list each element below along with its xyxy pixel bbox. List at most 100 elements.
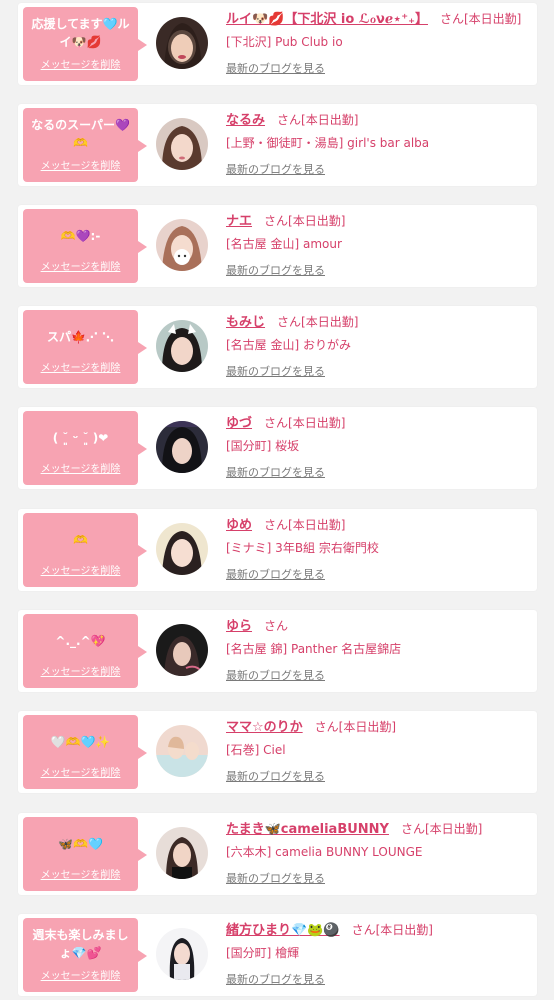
- san-label: さん: [439, 12, 464, 26]
- cast-card: スパ🍁⋰ ⋱ メッセージを削除 もみじ さん[本日出勤] [名古屋 金山] おりが…: [18, 306, 537, 388]
- message-bubble: 🫶 メッセージを削除: [23, 513, 153, 587]
- avatar[interactable]: [156, 624, 208, 676]
- cast-card: 🦋🫶🩵 メッセージを削除 たまき🦋cameliaBUNNY さん[本日出勤] [六…: [18, 813, 537, 895]
- avatar[interactable]: [156, 320, 208, 372]
- delete-message-link[interactable]: メッセージを削除: [23, 967, 138, 982]
- avatar[interactable]: [156, 928, 208, 980]
- san-label: さん: [264, 416, 289, 430]
- cast-name-link[interactable]: ナエ: [226, 214, 252, 229]
- avatar[interactable]: [156, 219, 208, 271]
- message-bubble: 🫶💜:- メッセージを削除: [23, 209, 153, 283]
- delete-message-link[interactable]: メッセージを削除: [23, 258, 138, 273]
- latest-blog-link[interactable]: 最新のブログを見る: [226, 566, 325, 582]
- san-label: さん: [351, 923, 376, 937]
- avatar[interactable]: [156, 725, 208, 777]
- status-badge: [本日出勤]: [288, 518, 346, 532]
- san-label: さん: [264, 214, 289, 228]
- avatar[interactable]: [156, 421, 208, 473]
- latest-blog-link[interactable]: 最新のブログを見る: [226, 60, 325, 76]
- cast-name-link[interactable]: たまき🦋cameliaBUNNY: [226, 822, 389, 837]
- cast-name-link[interactable]: もみじ: [226, 315, 265, 330]
- message-bubble: スパ🍁⋰ ⋱ メッセージを削除: [23, 310, 153, 384]
- message-text: ^._.^💖: [55, 634, 106, 648]
- message-text: 🤍🫶🩵✨: [50, 735, 111, 749]
- status-badge: [本日出勤]: [375, 923, 433, 937]
- message-bubble: なるのスーパー💜🫶 メッセージを削除: [23, 108, 153, 182]
- status-badge: [本日出勤]: [301, 113, 359, 127]
- shop-name: [上野・御徒町・湯島] girl's bar alba: [226, 136, 430, 150]
- message-bubble: 応援してます🩵ルイ🐶💋 メッセージを削除: [23, 7, 153, 81]
- delete-message-link[interactable]: メッセージを削除: [23, 157, 138, 172]
- cast-card: 🫶💜:- メッセージを削除 ナエ さん[本日出勤] [名古屋 金山] amour …: [18, 205, 537, 287]
- message-bubble: ^._.^💖 メッセージを削除: [23, 614, 153, 688]
- cast-name-link[interactable]: ゆめ: [226, 518, 252, 533]
- san-label: さん: [264, 518, 289, 532]
- cast-name-link[interactable]: ママ☆のりか: [226, 720, 303, 735]
- cast-card: 応援してます🩵ルイ🐶💋 メッセージを削除 ルイ🐶💋【下北沢 io ℒℴνℯ⋆⁺₊…: [18, 3, 537, 85]
- message-text: 🫶💜:-: [60, 229, 101, 243]
- message-text: ( ˘͈ ᵕ ˘͈ )❤: [52, 431, 109, 445]
- san-label: さん: [314, 720, 339, 734]
- cast-name-link[interactable]: ゆづ: [226, 416, 252, 431]
- shop-name: [石巻] Ciel: [226, 743, 286, 757]
- san-label: さん: [277, 113, 302, 127]
- delete-message-link[interactable]: メッセージを削除: [23, 460, 138, 475]
- shop-name: [六本木] camelia BUNNY LOUNGE: [226, 845, 423, 859]
- avatar[interactable]: [156, 118, 208, 170]
- delete-message-link[interactable]: メッセージを削除: [23, 359, 138, 374]
- delete-message-link[interactable]: メッセージを削除: [23, 663, 138, 678]
- shop-name: [下北沢] Pub Club io: [226, 35, 343, 49]
- latest-blog-link[interactable]: 最新のブログを見る: [226, 667, 325, 683]
- shop-name: [名古屋 金山] おりがみ: [226, 338, 351, 352]
- message-text: 🦋🫶🩵: [58, 837, 103, 851]
- message-text: 週末も楽しみましょ💎💕: [32, 928, 129, 960]
- cast-card: ( ˘͈ ᵕ ˘͈ )❤ メッセージを削除 ゆづ さん[本日出勤] [国分町] 桜…: [18, 407, 537, 489]
- delete-message-link[interactable]: メッセージを削除: [23, 866, 138, 881]
- latest-blog-link[interactable]: 最新のブログを見る: [226, 161, 325, 177]
- status-badge: [本日出勤]: [424, 822, 483, 836]
- latest-blog-link[interactable]: 最新のブログを見る: [226, 464, 325, 480]
- avatar[interactable]: [156, 827, 208, 879]
- cast-card: 🤍🫶🩵✨ メッセージを削除 ママ☆のりか さん[本日出勤] [石巻] Ciel 最…: [18, 711, 537, 793]
- message-text: 応援してます🩵ルイ🐶💋: [31, 17, 130, 49]
- message-text: 🫶: [73, 533, 88, 547]
- message-bubble: 🤍🫶🩵✨ メッセージを削除: [23, 715, 153, 789]
- avatar[interactable]: [156, 523, 208, 575]
- latest-blog-link[interactable]: 最新のブログを見る: [226, 870, 325, 886]
- status-badge: [本日出勤]: [288, 416, 346, 430]
- status-badge: [本日出勤]: [338, 720, 397, 734]
- status-badge: [本日出勤]: [464, 12, 522, 26]
- delete-message-link[interactable]: メッセージを削除: [23, 562, 138, 577]
- latest-blog-link[interactable]: 最新のブログを見る: [226, 971, 325, 987]
- shop-name: [ミナミ] 3年B組 宗右衛門校: [226, 541, 379, 555]
- shop-name: [名古屋 錦] Panther 名古屋錦店: [226, 642, 402, 656]
- message-bubble: ( ˘͈ ᵕ ˘͈ )❤ メッセージを削除: [23, 411, 153, 485]
- delete-message-link[interactable]: メッセージを削除: [23, 764, 138, 779]
- latest-blog-link[interactable]: 最新のブログを見る: [226, 363, 325, 379]
- message-text: スパ🍁⋰ ⋱: [46, 330, 115, 344]
- cast-card: 🫶 メッセージを削除 ゆめ さん[本日出勤] [ミナミ] 3年B組 宗右衛門校 最…: [18, 509, 537, 591]
- delete-message-link[interactable]: メッセージを削除: [23, 56, 138, 71]
- san-label: さん: [264, 619, 289, 633]
- cast-card: 週末も楽しみましょ💎💕 メッセージを削除 緒方ひまり💎🐸🎱 さん[本日出勤] [国…: [18, 914, 537, 996]
- cast-card: なるのスーパー💜🫶 メッセージを削除 なるみ さん[本日出勤] [上野・御徒町・湯…: [18, 104, 537, 186]
- message-bubble: 週末も楽しみましょ💎💕 メッセージを削除: [23, 918, 153, 992]
- san-label: さん: [277, 315, 302, 329]
- latest-blog-link[interactable]: 最新のブログを見る: [226, 768, 325, 784]
- shop-name: [国分町] 檜輝: [226, 946, 300, 960]
- cast-card: ^._.^💖 メッセージを削除 ゆら さん [名古屋 錦] Panther 名古屋…: [18, 610, 537, 692]
- latest-blog-link[interactable]: 最新のブログを見る: [226, 262, 325, 278]
- cast-name-link[interactable]: ルイ🐶💋【下北沢 io ℒℴνℯ⋆⁺₊】: [226, 12, 428, 27]
- san-label: さん: [400, 822, 425, 836]
- shop-name: [名古屋 金山] amour: [226, 237, 342, 251]
- cast-name-link[interactable]: なるみ: [226, 113, 265, 128]
- avatar[interactable]: [156, 17, 208, 69]
- message-bubble: 🦋🫶🩵 メッセージを削除: [23, 817, 153, 891]
- status-badge: [本日出勤]: [301, 315, 359, 329]
- cast-name-link[interactable]: 緒方ひまり💎🐸🎱: [226, 923, 340, 938]
- status-badge: [本日出勤]: [288, 214, 346, 228]
- shop-name: [国分町] 桜坂: [226, 439, 300, 453]
- favorite-cast-list: 応援してます🩵ルイ🐶💋 メッセージを削除 ルイ🐶💋【下北沢 io ℒℴνℯ⋆⁺₊…: [0, 0, 554, 1000]
- cast-name-link[interactable]: ゆら: [226, 619, 252, 634]
- message-text: なるのスーパー💜🫶: [31, 118, 130, 150]
